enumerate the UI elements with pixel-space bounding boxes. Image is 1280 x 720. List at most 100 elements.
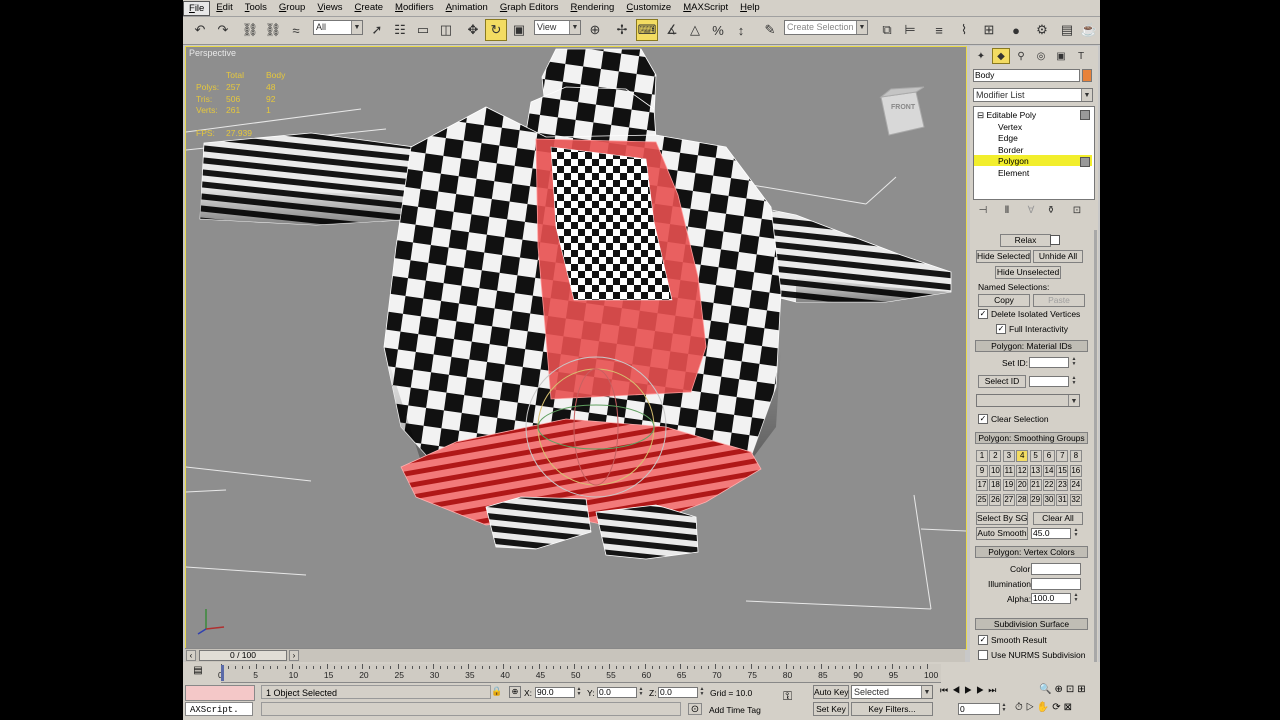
current-time-marker[interactable]	[221, 665, 224, 681]
named-selection-set-field[interactable]: Create Selection Set ▼	[784, 20, 868, 35]
modify-tab-icon[interactable]: ◆	[992, 48, 1010, 64]
schematic-view-icon[interactable]: ⊞	[978, 19, 1000, 41]
menu-animation[interactable]: Animation	[440, 0, 494, 16]
keyboard-shortcut-toggle-icon[interactable]: ⌨	[636, 19, 658, 41]
menu-modifiers[interactable]: Modifiers	[389, 0, 440, 16]
unhide-all-button[interactable]: Unhide All	[1033, 250, 1083, 263]
alpha-spinner[interactable]: ▲ ▼	[1073, 593, 1079, 604]
smoothing-group-button[interactable]: 19	[1002, 479, 1015, 491]
menu-tools[interactable]: Tools	[239, 0, 273, 16]
key-mode-icon[interactable]: ⚿	[783, 690, 807, 702]
smoothing-group-button[interactable]: 26	[989, 493, 1002, 506]
menu-help[interactable]: Help	[734, 0, 766, 16]
perspective-viewport[interactable]: FRONT Perspective Total Body Polys: 257 …	[185, 46, 967, 650]
object-name-field[interactable]: Body	[973, 69, 1080, 82]
mini-curve-editor-icon[interactable]: ▤	[189, 665, 207, 679]
menu-rendering[interactable]: Rendering	[564, 0, 620, 16]
current-frame-field[interactable]: 0	[958, 703, 1000, 715]
next-frame-icon[interactable]: ›	[289, 650, 299, 661]
stack-item-edge[interactable]: Edge	[998, 133, 1018, 143]
clear-all-button[interactable]: Clear All	[1033, 512, 1083, 525]
orbit-icon[interactable]: ⟳	[1052, 702, 1063, 713]
smoothing-group-button[interactable]: 11	[1002, 464, 1015, 477]
set-id-field[interactable]	[1029, 357, 1069, 368]
smoothing-group-button[interactable]: 16	[1069, 464, 1082, 477]
smoothing-group-button[interactable]: 7	[1056, 450, 1069, 462]
color-swatch[interactable]	[1031, 563, 1081, 575]
x-spinner[interactable]: ▲ ▼	[576, 687, 582, 698]
zoom-extents-all-icon[interactable]: ⊞	[1077, 684, 1088, 695]
key-mode-dropdown[interactable]: Selected ▼	[851, 685, 933, 699]
smoothing-group-button[interactable]: 29	[1029, 493, 1042, 506]
hide-unselected-button[interactable]: Hide Unselected	[995, 266, 1061, 279]
smoothing-groups-rollout-header[interactable]: Polygon: Smoothing Groups	[975, 432, 1088, 444]
smoothing-group-button[interactable]: 28	[1016, 493, 1029, 506]
reference-coordinate-dropdown[interactable]: View ▼	[534, 20, 581, 35]
smoothing-group-button[interactable]: 23	[1056, 479, 1069, 491]
goto-start-icon[interactable]: ⏮	[940, 685, 952, 695]
auto-smooth-spinner[interactable]: ▲ ▼	[1073, 528, 1079, 539]
stack-item-polygon[interactable]: Polygon	[998, 156, 1029, 166]
configure-modifier-sets-icon[interactable]: ⊡	[1068, 202, 1086, 218]
show-end-result-icon[interactable]: Ⅱ	[998, 202, 1016, 218]
zoom-all-icon[interactable]: ⊕	[1054, 684, 1065, 695]
relax-button[interactable]: Relax	[1000, 234, 1051, 247]
rendered-frame-window-icon[interactable]: ▤	[1056, 19, 1078, 41]
select-id-spinner[interactable]: ▲ ▼	[1071, 376, 1077, 387]
menu-edit[interactable]: Edit	[210, 0, 238, 16]
undo-icon[interactable]: ↶	[189, 19, 211, 41]
render-setup-icon[interactable]: ⚙	[1031, 19, 1053, 41]
viewport-label[interactable]: Perspective	[189, 48, 236, 58]
spinner-snap-icon[interactable]: ↕	[730, 19, 752, 41]
clear-selection-checkbox[interactable]: ✓	[978, 414, 988, 424]
smoothing-group-button[interactable]: 12	[1016, 464, 1029, 477]
smoothing-group-button[interactable]: 17	[976, 479, 988, 491]
current-frame-spinner[interactable]: ▲ ▼	[1001, 703, 1007, 714]
make-unique-icon[interactable]: ∀	[1022, 202, 1040, 218]
smoothing-group-button[interactable]: 25	[976, 493, 988, 506]
y-spinner[interactable]: ▲ ▼	[638, 687, 644, 698]
rect-selection-region-icon[interactable]: ▭	[412, 19, 434, 41]
play-icon[interactable]: ▶	[964, 685, 976, 695]
stack-item-border[interactable]: Border	[998, 145, 1024, 155]
hierarchy-tab-icon[interactable]: ⚲	[1012, 48, 1030, 64]
smoothing-group-button[interactable]: 9	[976, 464, 988, 477]
relax-settings-icon[interactable]	[1050, 235, 1060, 245]
material-editor-icon[interactable]: ●	[1005, 19, 1027, 41]
remove-modifier-icon[interactable]: ⚱	[1042, 202, 1060, 218]
stack-item-editable-poly[interactable]: ⊟ Editable Poly	[977, 110, 1036, 121]
menu-views[interactable]: Views	[311, 0, 348, 16]
menu-graph-editors[interactable]: Graph Editors	[494, 0, 565, 16]
smoothing-group-button[interactable]: 21	[1029, 479, 1042, 491]
stack-item-element[interactable]: Element	[998, 168, 1029, 178]
select-id-field[interactable]	[1029, 376, 1069, 387]
snaps-toggle-icon[interactable]: ∡	[661, 19, 683, 41]
select-manipulate-icon[interactable]: ✢	[611, 19, 633, 41]
maxscript-listener-field[interactable]: AXScript.	[185, 702, 253, 716]
next-key-icon[interactable]: ▶	[976, 685, 988, 695]
absolute-mode-icon[interactable]: ⊕	[509, 686, 521, 698]
smoothing-group-button[interactable]: 32	[1069, 493, 1082, 506]
prev-frame-icon[interactable]: ‹	[186, 650, 196, 661]
edit-named-selection-icon[interactable]: ✎	[759, 19, 781, 41]
time-slider-thumb[interactable]: 0 / 100	[199, 650, 287, 661]
utilities-tab-icon[interactable]: T	[1072, 48, 1090, 64]
track-bar[interactable]: 0510152025303540455055606570758085909510…	[218, 664, 941, 683]
smoothing-group-button[interactable]: 2	[989, 450, 1002, 462]
y-coordinate-field[interactable]: 0.0	[597, 687, 637, 698]
prev-key-icon[interactable]: ◀	[952, 685, 964, 695]
modifier-list-dropdown[interactable]: Modifier List ▼	[973, 88, 1093, 102]
mirror-icon[interactable]: ⧉	[876, 19, 898, 41]
goto-end-icon[interactable]: ⏭	[988, 685, 1000, 695]
lock-selection-icon[interactable]: 🔒	[491, 686, 503, 698]
listener-mini-pink[interactable]	[185, 685, 255, 701]
menu-customize[interactable]: Customize	[620, 0, 677, 16]
select-and-rotate-icon[interactable]: ↻	[485, 19, 507, 41]
unlink-icon[interactable]: ⛓	[262, 19, 284, 41]
material-ids-rollout-header[interactable]: Polygon: Material IDs	[975, 340, 1088, 352]
smoothing-group-button[interactable]: 13	[1029, 464, 1042, 477]
create-tab-icon[interactable]: ✦	[972, 48, 990, 64]
smoothing-group-button[interactable]: 15	[1056, 464, 1069, 477]
select-by-sg-button[interactable]: Select By SG	[976, 512, 1028, 525]
object-color-swatch[interactable]	[1082, 69, 1092, 82]
